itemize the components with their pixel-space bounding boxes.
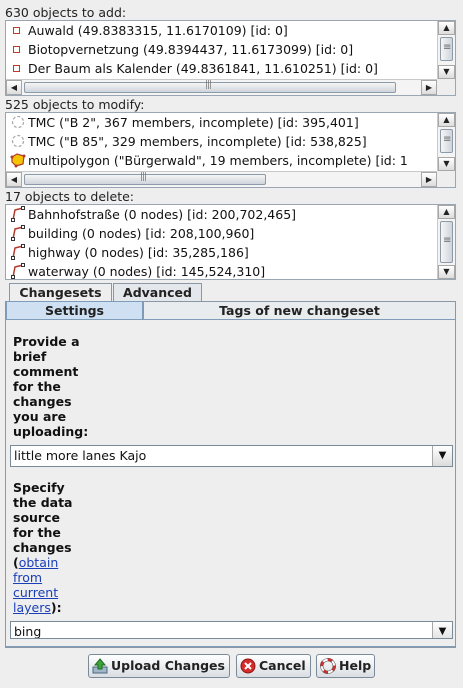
modify-section-label: 525 objects to modify: xyxy=(5,97,145,112)
list-item[interactable]: Bahnhofstraße (0 nodes) [id: 200,702,465… xyxy=(6,205,437,224)
cancel-button[interactable]: Cancel xyxy=(236,654,311,678)
comment-combobox[interactable]: little more lanes Kajo ▼ xyxy=(10,445,453,467)
way-icon xyxy=(10,263,26,279)
tab-changesets[interactable]: Changesets xyxy=(9,283,112,302)
obtain-from-layers-link[interactable]: layers xyxy=(13,600,51,615)
list-item[interactable]: highway (0 nodes) [id: 35,285,186] xyxy=(6,243,437,262)
scroll-left-button[interactable]: ◀ xyxy=(6,80,22,95)
help-button[interactable]: Help xyxy=(316,654,375,678)
upload-icon xyxy=(92,658,108,674)
tab-tags-of-new-changeset[interactable]: Tags of new changeset xyxy=(143,301,456,320)
scroll-thumb-horizontal[interactable] xyxy=(24,172,266,185)
source-label: Specify the data source for the changes … xyxy=(13,480,73,615)
list-item[interactable]: TMC ("B 85", 329 members, incomplete) [i… xyxy=(6,132,437,151)
way-icon xyxy=(10,225,26,241)
scroll-left-button[interactable]: ◀ xyxy=(6,172,22,187)
comment-input[interactable]: little more lanes Kajo xyxy=(14,448,146,464)
way-icon xyxy=(10,244,26,260)
add-list[interactable]: Auwald (49.8383315, 11.6170109) [id: 0] … xyxy=(5,20,456,96)
scroll-down-button[interactable]: ▼ xyxy=(438,65,455,79)
cancel-icon xyxy=(240,658,256,674)
multipolygon-icon xyxy=(10,152,26,168)
source-input[interactable]: bing xyxy=(14,624,41,638)
comment-label: Provide a brief comment for the changes … xyxy=(13,334,89,439)
chevron-down-icon[interactable]: ▼ xyxy=(432,622,452,638)
list-item[interactable]: Biotopvernetzung (49.8394437, 11.6173099… xyxy=(6,40,437,59)
node-icon xyxy=(10,22,26,38)
lifebuoy-icon xyxy=(320,658,336,674)
modify-horizontal-scrollbar[interactable]: ◀ ▶ xyxy=(6,171,437,187)
source-combobox[interactable]: bing ▼ xyxy=(10,621,453,639)
obtain-from-layers-link[interactable]: current xyxy=(13,585,58,600)
delete-section-label: 17 objects to delete: xyxy=(5,189,134,204)
delete-list[interactable]: Bahnhofstraße (0 nodes) [id: 200,702,465… xyxy=(5,204,456,280)
scroll-thumb[interactable] xyxy=(440,129,453,153)
list-item[interactable]: waterway (0 nodes) [id: 145,524,310] xyxy=(6,262,437,279)
node-icon xyxy=(10,60,26,76)
scroll-thumb[interactable] xyxy=(440,37,453,61)
way-icon xyxy=(10,206,26,222)
list-item[interactable]: building (0 nodes) [id: 208,100,960] xyxy=(6,224,437,243)
node-icon xyxy=(10,41,26,57)
add-section-label: 630 objects to add: xyxy=(5,5,127,20)
relation-icon xyxy=(10,114,26,130)
scroll-up-button[interactable]: ▲ xyxy=(438,113,455,127)
add-vertical-scrollbar[interactable]: ▲ ▼ xyxy=(437,21,455,79)
scroll-down-button[interactable]: ▼ xyxy=(438,265,455,279)
list-item[interactable]: multipolygon ("Bürgerwald", 19 members, … xyxy=(6,151,437,170)
obtain-from-layers-link[interactable]: from xyxy=(13,570,42,585)
list-item[interactable]: Der Baum als Kalender (49.8361841, 11.61… xyxy=(6,59,437,78)
obtain-from-layers-link[interactable]: obtain xyxy=(19,555,59,570)
modify-list[interactable]: TMC ("B 2", 367 members, incomplete) [id… xyxy=(5,112,456,188)
list-item[interactable]: Auwald (49.8383315, 11.6170109) [id: 0] xyxy=(6,21,437,40)
list-item[interactable]: TMC ("B 2", 367 members, incomplete) [id… xyxy=(6,113,437,132)
tab-advanced[interactable]: Advanced xyxy=(113,283,202,302)
scroll-right-button[interactable]: ▶ xyxy=(421,80,437,95)
add-horizontal-scrollbar[interactable]: ◀ ▶ xyxy=(6,79,437,95)
chevron-down-icon[interactable]: ▼ xyxy=(432,446,452,466)
scroll-thumb[interactable] xyxy=(440,221,453,263)
scroll-thumb-horizontal[interactable] xyxy=(24,80,396,93)
upload-changes-button[interactable]: Upload Changes xyxy=(88,654,230,678)
scroll-right-button[interactable]: ▶ xyxy=(421,172,437,187)
scroll-up-button[interactable]: ▲ xyxy=(438,205,455,219)
scroll-up-button[interactable]: ▲ xyxy=(438,21,455,35)
scroll-down-button[interactable]: ▼ xyxy=(438,157,455,171)
relation-icon xyxy=(10,133,26,149)
delete-vertical-scrollbar[interactable]: ▲ ▼ xyxy=(437,205,455,279)
tab-settings[interactable]: Settings xyxy=(6,301,143,320)
modify-vertical-scrollbar[interactable]: ▲ ▼ xyxy=(437,113,455,171)
